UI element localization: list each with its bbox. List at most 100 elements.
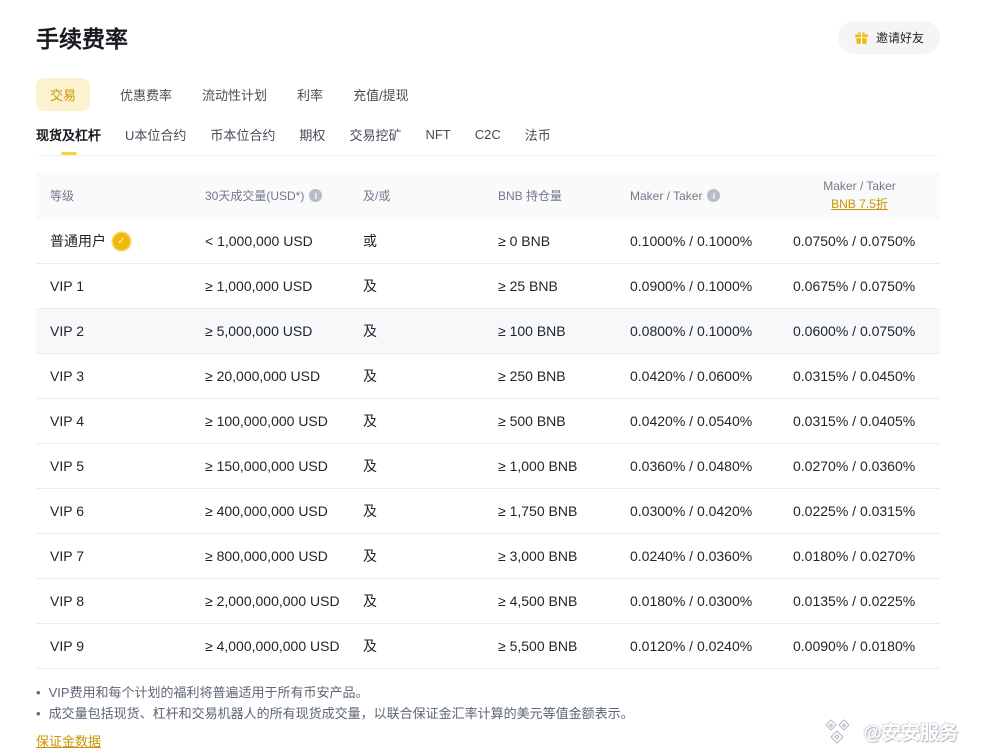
cell-bnb-balance: ≥ 0 BNB <box>498 233 630 249</box>
bnb-discount-link[interactable]: BNB 7.5折 <box>831 195 888 212</box>
cell-maker-taker-bnb: 0.0315% / 0.0450% <box>793 368 926 384</box>
cell-level: VIP 6 <box>50 503 205 519</box>
cell-bnb-balance: ≥ 500 BNB <box>498 413 630 429</box>
topbar: 手续费率 邀请好友 <box>36 20 940 54</box>
subtab-2[interactable]: 币本位合约 <box>210 125 275 144</box>
cell-level: VIP 5 <box>50 458 205 474</box>
table-row: VIP 5≥ 150,000,000 USD及≥ 1,000 BNB0.0360… <box>36 444 940 489</box>
cell-volume: ≥ 5,000,000 USD <box>205 323 363 339</box>
footnotes: •VIP费用和每个计划的福利将普遍适用于所有币安产品。•成交量包括现货、杠杆和交… <box>36 682 940 724</box>
level-label: VIP 8 <box>50 593 84 609</box>
column-header-and-or: 及/或 <box>363 187 498 204</box>
cell-and-or: 及 <box>363 501 498 521</box>
level-label: VIP 2 <box>50 323 84 339</box>
subtab-6[interactable]: C2C <box>475 127 501 142</box>
table-body: 普通用户✓< 1,000,000 USD或≥ 0 BNB0.1000% / 0.… <box>36 219 940 669</box>
cell-level: VIP 4 <box>50 413 205 429</box>
table-header-row: 等级 30天成交量(USD*) i 及/或 BNB 持仓量 Maker / Ta… <box>36 172 940 219</box>
cell-and-or: 及 <box>363 546 498 566</box>
cell-volume: ≥ 800,000,000 USD <box>205 548 363 564</box>
table-row: VIP 6≥ 400,000,000 USD及≥ 1,750 BNB0.0300… <box>36 489 940 534</box>
cell-and-or: 及 <box>363 636 498 656</box>
cell-bnb-balance: ≥ 3,000 BNB <box>498 548 630 564</box>
info-icon[interactable]: i <box>309 189 322 202</box>
cell-maker-taker-bnb: 0.0750% / 0.0750% <box>793 233 926 249</box>
invite-friends-label: 邀请好友 <box>876 29 924 46</box>
verified-badge-icon: ✓ <box>113 233 130 250</box>
cell-volume: ≥ 150,000,000 USD <box>205 458 363 474</box>
cell-maker-taker: 0.0120% / 0.0240% <box>630 638 793 654</box>
cell-maker-taker: 0.0180% / 0.0300% <box>630 593 793 609</box>
main-tabs: 交易优惠费率流动性计划利率充值/提现 <box>36 78 940 111</box>
cell-volume: ≥ 4,000,000,000 USD <box>205 638 363 654</box>
cell-maker-taker-bnb: 0.0675% / 0.0750% <box>793 278 926 294</box>
column-header-maker-taker-label: Maker / Taker <box>630 189 702 203</box>
cell-level: 普通用户 ✓ <box>50 231 205 251</box>
tab-3[interactable]: 利率 <box>297 78 323 111</box>
cell-volume: ≥ 1,000,000 USD <box>205 278 363 294</box>
table-row: VIP 3≥ 20,000,000 USD及≥ 250 BNB0.0420% /… <box>36 354 940 399</box>
cell-maker-taker-bnb: 0.0225% / 0.0315% <box>793 503 926 519</box>
subtab-1[interactable]: U本位合约 <box>125 125 186 144</box>
column-header-bnb-balance: BNB 持仓量 <box>498 187 630 204</box>
column-header-maker-taker-bnb: Maker / Taker BNB 7.5折 <box>793 179 926 212</box>
cell-maker-taker: 0.0800% / 0.1000% <box>630 323 793 339</box>
tab-2[interactable]: 流动性计划 <box>202 78 267 111</box>
margin-data-link[interactable]: 保证金数据 <box>36 731 101 750</box>
column-header-volume: 30天成交量(USD*) i <box>205 187 363 204</box>
table-row: VIP 4≥ 100,000,000 USD及≥ 500 BNB0.0420% … <box>36 399 940 444</box>
table-row: VIP 2≥ 5,000,000 USD及≥ 100 BNB0.0800% / … <box>36 309 940 354</box>
cell-and-or: 及 <box>363 276 498 296</box>
sub-tabs: 现货及杠杆 U本位合约 币本位合约 期权 交易挖矿 NFT C2C 法币 <box>36 125 940 156</box>
column-header-maker-taker: Maker / Taker i <box>630 189 793 203</box>
cell-and-or: 及 <box>363 366 498 386</box>
level-label: VIP 9 <box>50 638 84 654</box>
level-label: VIP 7 <box>50 548 84 564</box>
cell-maker-taker-bnb: 0.0135% / 0.0225% <box>793 593 926 609</box>
subtab-3[interactable]: 期权 <box>299 125 325 144</box>
cell-and-or: 及 <box>363 321 498 341</box>
cell-level: VIP 1 <box>50 278 205 294</box>
subtab-5[interactable]: NFT <box>425 127 450 142</box>
table-row: 普通用户✓< 1,000,000 USD或≥ 0 BNB0.1000% / 0.… <box>36 219 940 264</box>
cell-volume: ≥ 20,000,000 USD <box>205 368 363 384</box>
cell-maker-taker: 0.0420% / 0.0600% <box>630 368 793 384</box>
footnote-text: 成交量包括现货、杠杆和交易机器人的所有现货成交量，以联合保证金汇率计算的美元等值… <box>49 703 634 724</box>
cell-level: VIP 7 <box>50 548 205 564</box>
subtab-0[interactable]: 现货及杠杆 <box>36 125 101 144</box>
invite-friends-button[interactable]: 邀请好友 <box>838 21 940 54</box>
cell-volume: ≥ 2,000,000,000 USD <box>205 593 363 609</box>
cell-maker-taker-bnb: 0.0270% / 0.0360% <box>793 458 926 474</box>
level-label: 普通用户 <box>50 231 106 251</box>
level-label: VIP 3 <box>50 368 84 384</box>
cell-volume: ≥ 400,000,000 USD <box>205 503 363 519</box>
table-row: VIP 8≥ 2,000,000,000 USD及≥ 4,500 BNB0.01… <box>36 579 940 624</box>
cell-bnb-balance: ≥ 1,000 BNB <box>498 458 630 474</box>
column-header-volume-label: 30天成交量(USD*) <box>205 187 304 204</box>
cell-bnb-balance: ≥ 1,750 BNB <box>498 503 630 519</box>
table-row: VIP 1≥ 1,000,000 USD及≥ 25 BNB0.0900% / 0… <box>36 264 940 309</box>
page-title: 手续费率 <box>36 20 128 54</box>
subtab-7[interactable]: 法币 <box>525 125 551 144</box>
cell-bnb-balance: ≥ 4,500 BNB <box>498 593 630 609</box>
tab-0[interactable]: 交易 <box>36 78 90 111</box>
cell-maker-taker-bnb: 0.0315% / 0.0405% <box>793 413 926 429</box>
table-row: VIP 7≥ 800,000,000 USD及≥ 3,000 BNB0.0240… <box>36 534 940 579</box>
column-header-level: 等级 <box>50 187 205 204</box>
tab-4[interactable]: 充值/提现 <box>353 78 409 111</box>
footnote: •VIP费用和每个计划的福利将普遍适用于所有币安产品。 <box>36 682 940 703</box>
column-header-maker-taker-bnb-label: Maker / Taker <box>823 179 895 193</box>
cell-volume: ≥ 100,000,000 USD <box>205 413 363 429</box>
cell-maker-taker: 0.1000% / 0.1000% <box>630 233 793 249</box>
tab-1[interactable]: 优惠费率 <box>120 78 172 111</box>
info-icon[interactable]: i <box>707 189 720 202</box>
fee-table: 等级 30天成交量(USD*) i 及/或 BNB 持仓量 Maker / Ta… <box>36 172 940 669</box>
cell-level: VIP 2 <box>50 323 205 339</box>
subtab-4[interactable]: 交易挖矿 <box>349 125 401 144</box>
cell-level: VIP 3 <box>50 368 205 384</box>
cell-maker-taker: 0.0900% / 0.1000% <box>630 278 793 294</box>
cell-maker-taker-bnb: 0.0180% / 0.0270% <box>793 548 926 564</box>
cell-bnb-balance: ≥ 25 BNB <box>498 278 630 294</box>
level-label: VIP 6 <box>50 503 84 519</box>
cell-and-or: 及 <box>363 456 498 476</box>
